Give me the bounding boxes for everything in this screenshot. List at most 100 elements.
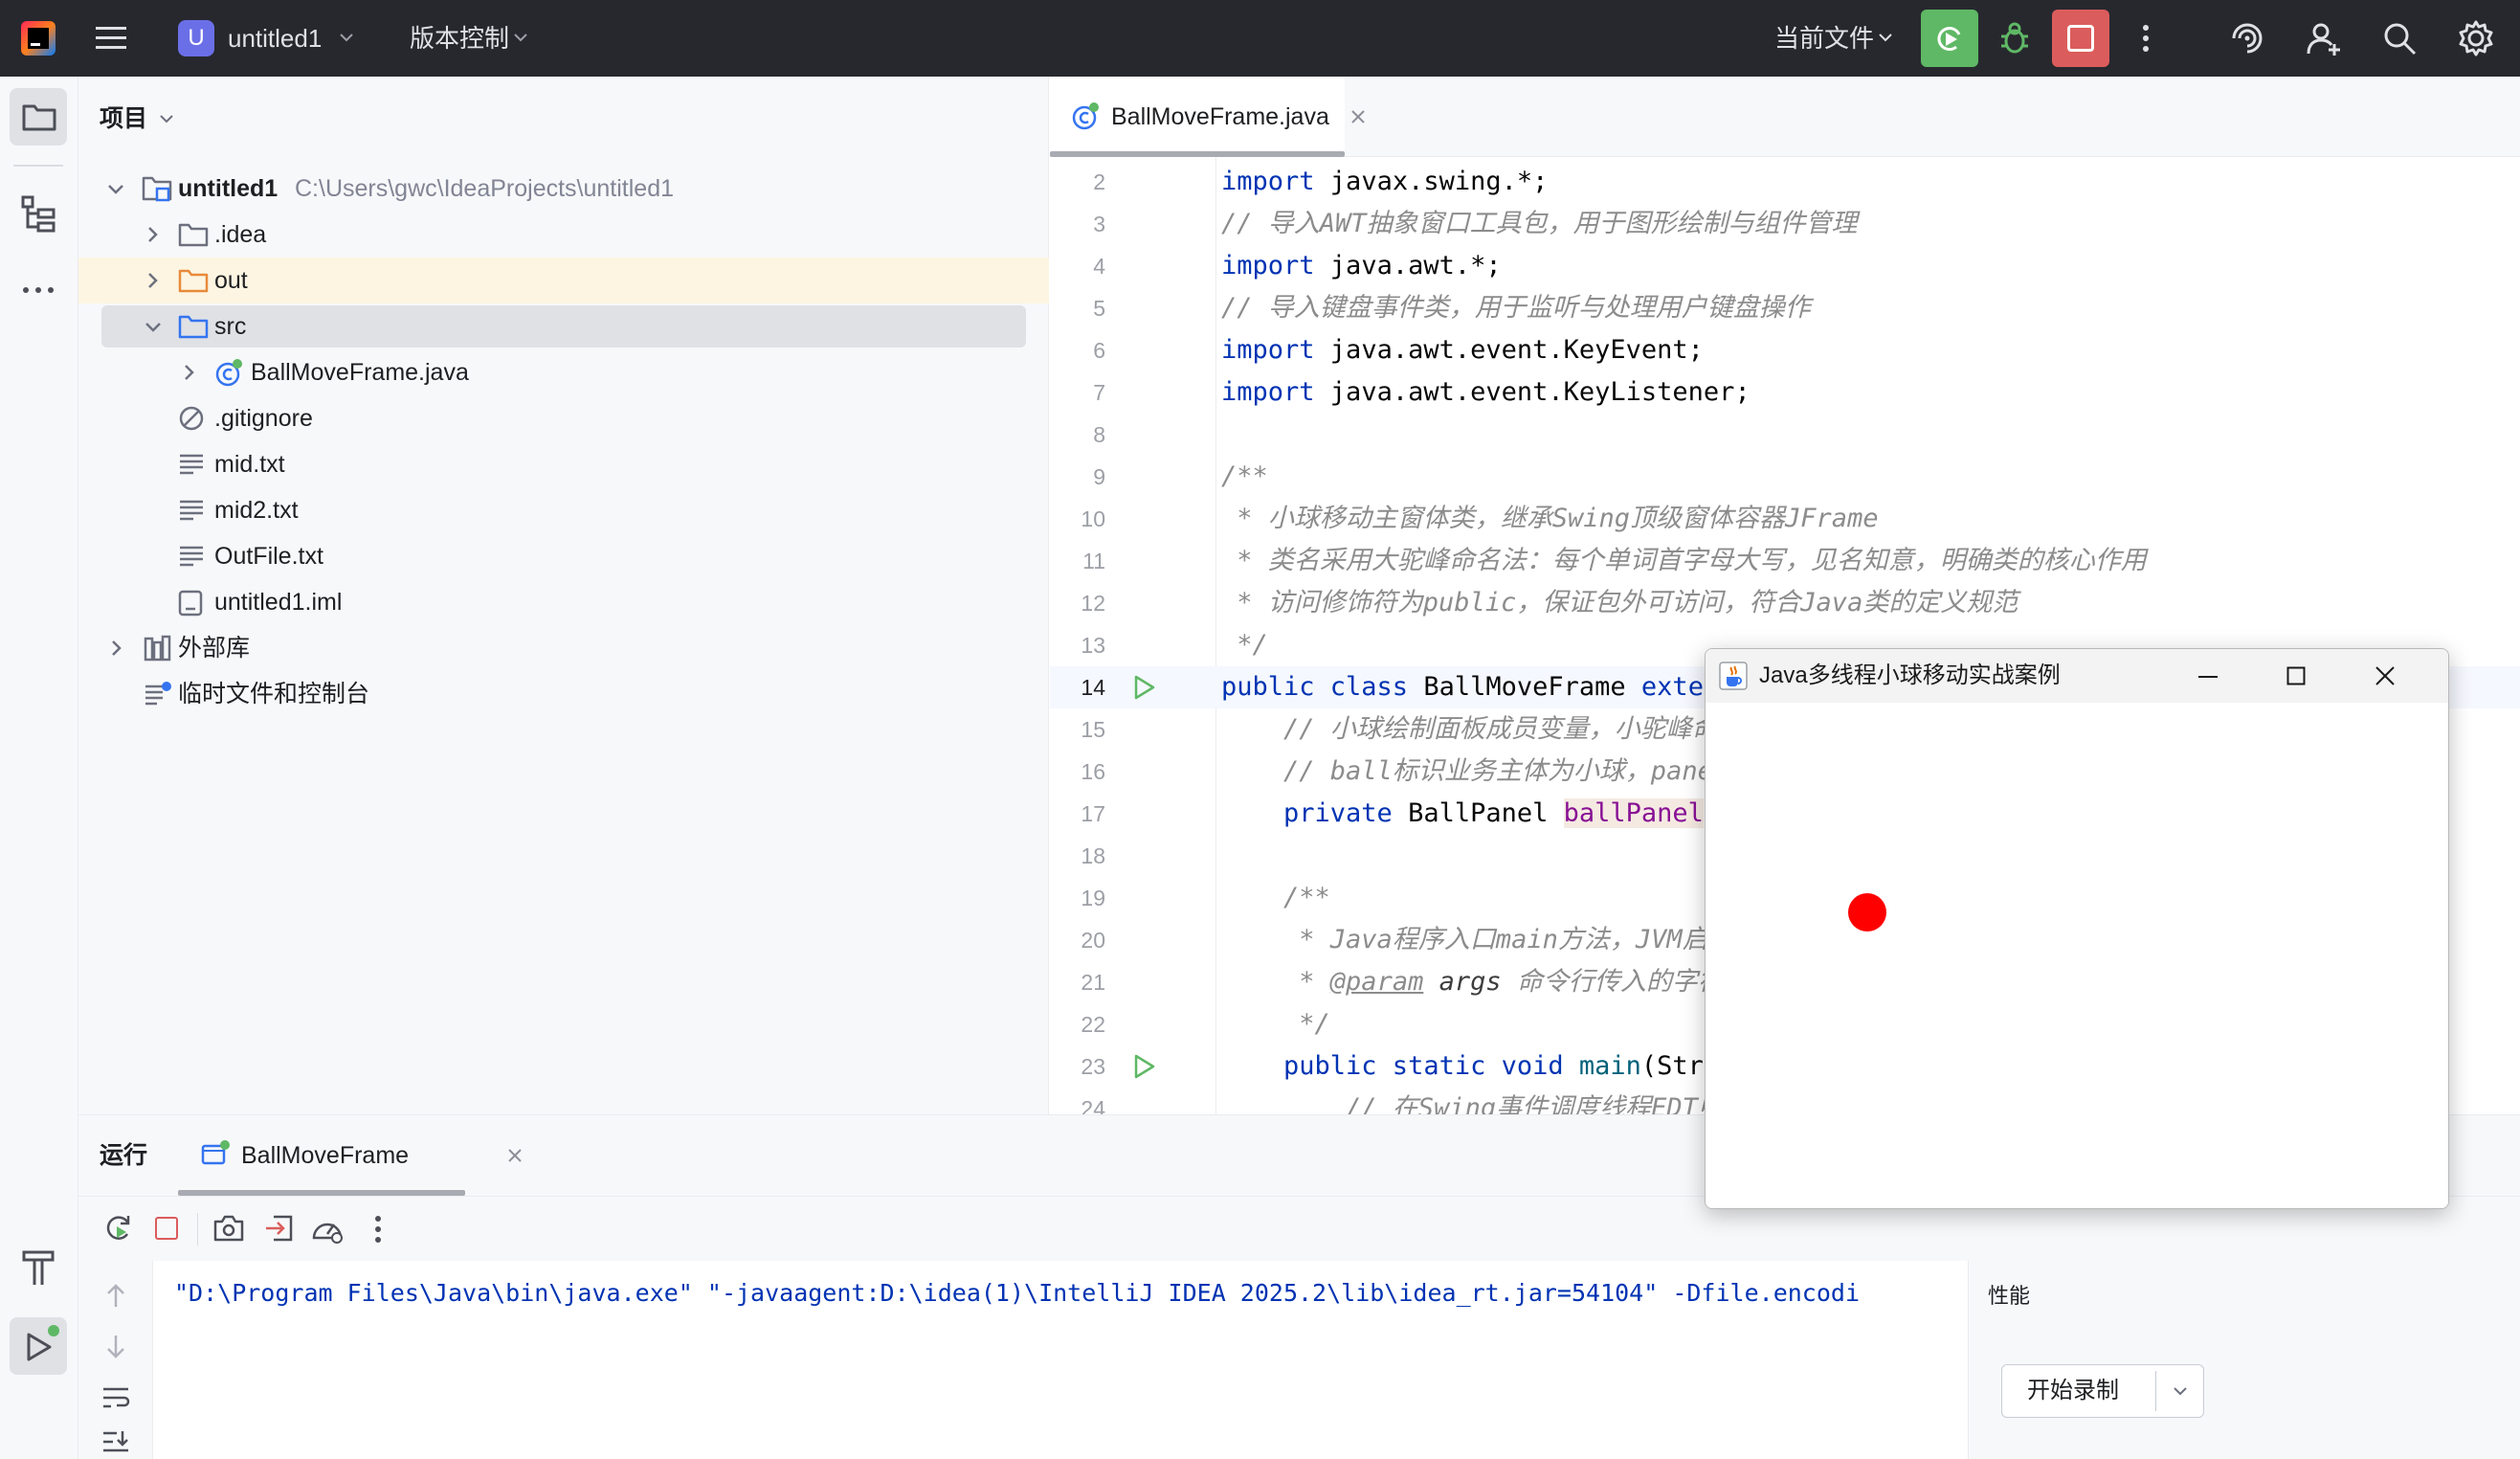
java-cup-icon [1719, 662, 1748, 690]
code-text: BallPanel [1392, 798, 1564, 828]
excluded-folder-icon [178, 269, 209, 293]
close-icon[interactable] [507, 1148, 523, 1163]
code-line[interactable]: 3 // 导入AWT抽象窗口工具包，用于图形绘制与组件管理 [1050, 203, 2520, 245]
settings-gear-icon[interactable] [2457, 19, 2495, 57]
code-line[interactable]: 7 import java.awt.event.KeyListener; [1050, 371, 2520, 414]
add-user-icon[interactable] [2305, 19, 2343, 57]
structure-tool-button[interactable] [21, 195, 56, 234]
tree-row-external-libraries[interactable]: 外部库 [78, 625, 1049, 671]
exit-icon[interactable] [264, 1213, 295, 1244]
more-tools-icon[interactable] [21, 285, 56, 295]
close-icon[interactable] [2375, 665, 2396, 686]
rerun-icon [1937, 27, 1961, 52]
tree-row-out[interactable]: out [78, 258, 1049, 303]
line-number: 15 [1081, 717, 1105, 742]
run-gutter-icon[interactable] [1132, 674, 1157, 701]
scroll-to-end-icon[interactable] [101, 1429, 130, 1456]
tree-row-mid-txt[interactable]: mid.txt [78, 441, 1049, 487]
run-tool-button[interactable] [10, 1317, 67, 1375]
root-path: C:\Users\gwc\IdeaProjects\untitled1 [295, 175, 675, 202]
vcs-selector[interactable]: 版本控制 [410, 0, 544, 77]
tree-item-label: 临时文件和控制台 [178, 681, 370, 707]
more-actions-icon[interactable] [2140, 23, 2152, 54]
code-comment: */ [1221, 630, 1268, 660]
root-name: untitled1 [178, 175, 279, 202]
code-comment: // 小球绘制面板成员变量，小驼峰命 [1221, 714, 1718, 744]
console-line: "D:\Program Files\Java\bin\java.exe" "-j… [174, 1279, 1860, 1307]
start-recording-button[interactable]: 开始录制 [2001, 1364, 2204, 1418]
run-panel-title: 运行 [100, 1142, 148, 1169]
console-output[interactable]: "D:\Program Files\Java\bin\java.exe" "-j… [153, 1261, 1968, 1459]
tree-row-outfile-txt[interactable]: OutFile.txt [78, 533, 1049, 579]
code-comment: * 类名采用大驼峰命名法：每个单词首字母大写，见名知意，明确类的核心作用 [1221, 546, 2147, 575]
text-file-icon [180, 500, 203, 521]
intellij-logo[interactable] [21, 21, 56, 56]
title-bar: U untitled1 版本控制 当前文件 [0, 0, 2520, 77]
tree-row-src[interactable]: src [78, 303, 1049, 349]
search-icon[interactable] [2381, 20, 2418, 56]
tree-row-gitignore[interactable]: .gitignore [78, 395, 1049, 441]
maximize-icon[interactable] [2286, 666, 2306, 685]
build-tool-button[interactable] [21, 1246, 56, 1289]
more-actions-icon[interactable] [373, 1215, 383, 1244]
run-config-selector[interactable]: 当前文件 [1774, 0, 1899, 77]
code-line[interactable]: 10 * 小球移动主窗体类，继承Swing顶级窗体容器JFrame [1050, 498, 2520, 540]
debug-button[interactable] [1994, 17, 2036, 59]
text-file-icon [180, 546, 203, 567]
code-line[interactable]: 8 [1050, 414, 2520, 456]
project-selector[interactable]: U untitled1 [176, 0, 358, 77]
code-line[interactable]: 9 /** [1050, 456, 2520, 498]
library-icon [144, 635, 171, 662]
code-line[interactable]: 5 // 导入键盘事件类，用于监听与处理用户键盘操作 [1050, 287, 2520, 329]
app-window-titlebar[interactable]: Java多线程小球移动实战案例 [1706, 649, 2448, 703]
profiler-icon[interactable] [310, 1213, 345, 1244]
editor-tab[interactable]: BallMoveFrame.java [1050, 77, 1365, 157]
run-tab[interactable]: BallMoveFrame [178, 1115, 546, 1196]
code-line[interactable]: 6 import java.awt.event.KeyEvent; [1050, 329, 2520, 371]
tree-row-iml[interactable]: untitled1.iml [78, 579, 1049, 625]
running-indicator [48, 1325, 59, 1336]
close-icon[interactable] [1350, 109, 1366, 124]
soft-wrap-icon[interactable] [101, 1385, 130, 1410]
line-number: 3 [1093, 212, 1105, 236]
app-window-title: Java多线程小球移动实战案例 [1759, 662, 2061, 688]
chevron-down-icon[interactable] [2173, 1386, 2188, 1396]
line-number: 5 [1093, 296, 1105, 321]
code-keyword: public class [1221, 672, 1409, 702]
line-number: 12 [1081, 591, 1105, 616]
code-line[interactable]: 4 import java.awt.*; [1050, 245, 2520, 287]
tree-item-label: 外部库 [178, 635, 251, 662]
code-line[interactable]: 11 * 类名采用大驼峰命名法：每个单词首字母大写，见名知意，明确类的核心作用 [1050, 540, 2520, 582]
stop-icon[interactable] [155, 1217, 178, 1240]
code-line[interactable]: 12 * 访问修饰符为public，保证包外可访问，符合Java类的定义规范 [1050, 582, 2520, 624]
main-menu-icon[interactable] [96, 25, 126, 52]
stop-button[interactable] [2052, 10, 2109, 67]
chevron-down-icon [1879, 34, 1892, 42]
tree-row-ballmoveframe[interactable]: BallMoveFrame.java [78, 349, 1049, 395]
minimize-icon[interactable] [2197, 675, 2219, 679]
tree-row-mid2-txt[interactable]: mid2.txt [78, 487, 1049, 533]
tree-row-root[interactable]: untitled1 C:\Users\gwc\IdeaProjects\unti… [78, 166, 1049, 212]
scroll-up-icon[interactable] [105, 1282, 126, 1309]
code-field: ballPanel [1563, 798, 1704, 828]
ball-app-window[interactable]: Java多线程小球移动实战案例 [1705, 648, 2449, 1209]
tree-row-scratches[interactable]: 临时文件和控制台 [78, 671, 1049, 717]
code-comment: */ [1221, 1009, 1330, 1039]
run-gutter-icon[interactable] [1132, 1053, 1157, 1080]
ai-assistant-icon[interactable] [2228, 19, 2266, 57]
project-panel-header[interactable]: 项目 [100, 77, 214, 161]
rerun-icon[interactable] [101, 1211, 136, 1246]
code-line[interactable]: 2 import javax.swing.*; [1050, 161, 2520, 203]
red-ball [1848, 893, 1886, 932]
rerun-button[interactable] [1921, 10, 1978, 67]
tree-row-idea[interactable]: .idea [78, 212, 1049, 258]
tree-item-label: .gitignore [214, 405, 313, 432]
line-number: 20 [1081, 928, 1105, 953]
code-comment: // ball标识业务主体为小球，panel [1221, 756, 1729, 786]
scroll-down-icon[interactable] [105, 1334, 126, 1360]
project-tool-button[interactable] [10, 88, 67, 146]
camera-icon[interactable] [212, 1213, 245, 1244]
code-comment: // 导入AWT抽象窗口工具包，用于图形绘制与组件管理 [1221, 209, 1858, 238]
line-number: 7 [1093, 380, 1105, 405]
folder-icon [22, 104, 56, 131]
